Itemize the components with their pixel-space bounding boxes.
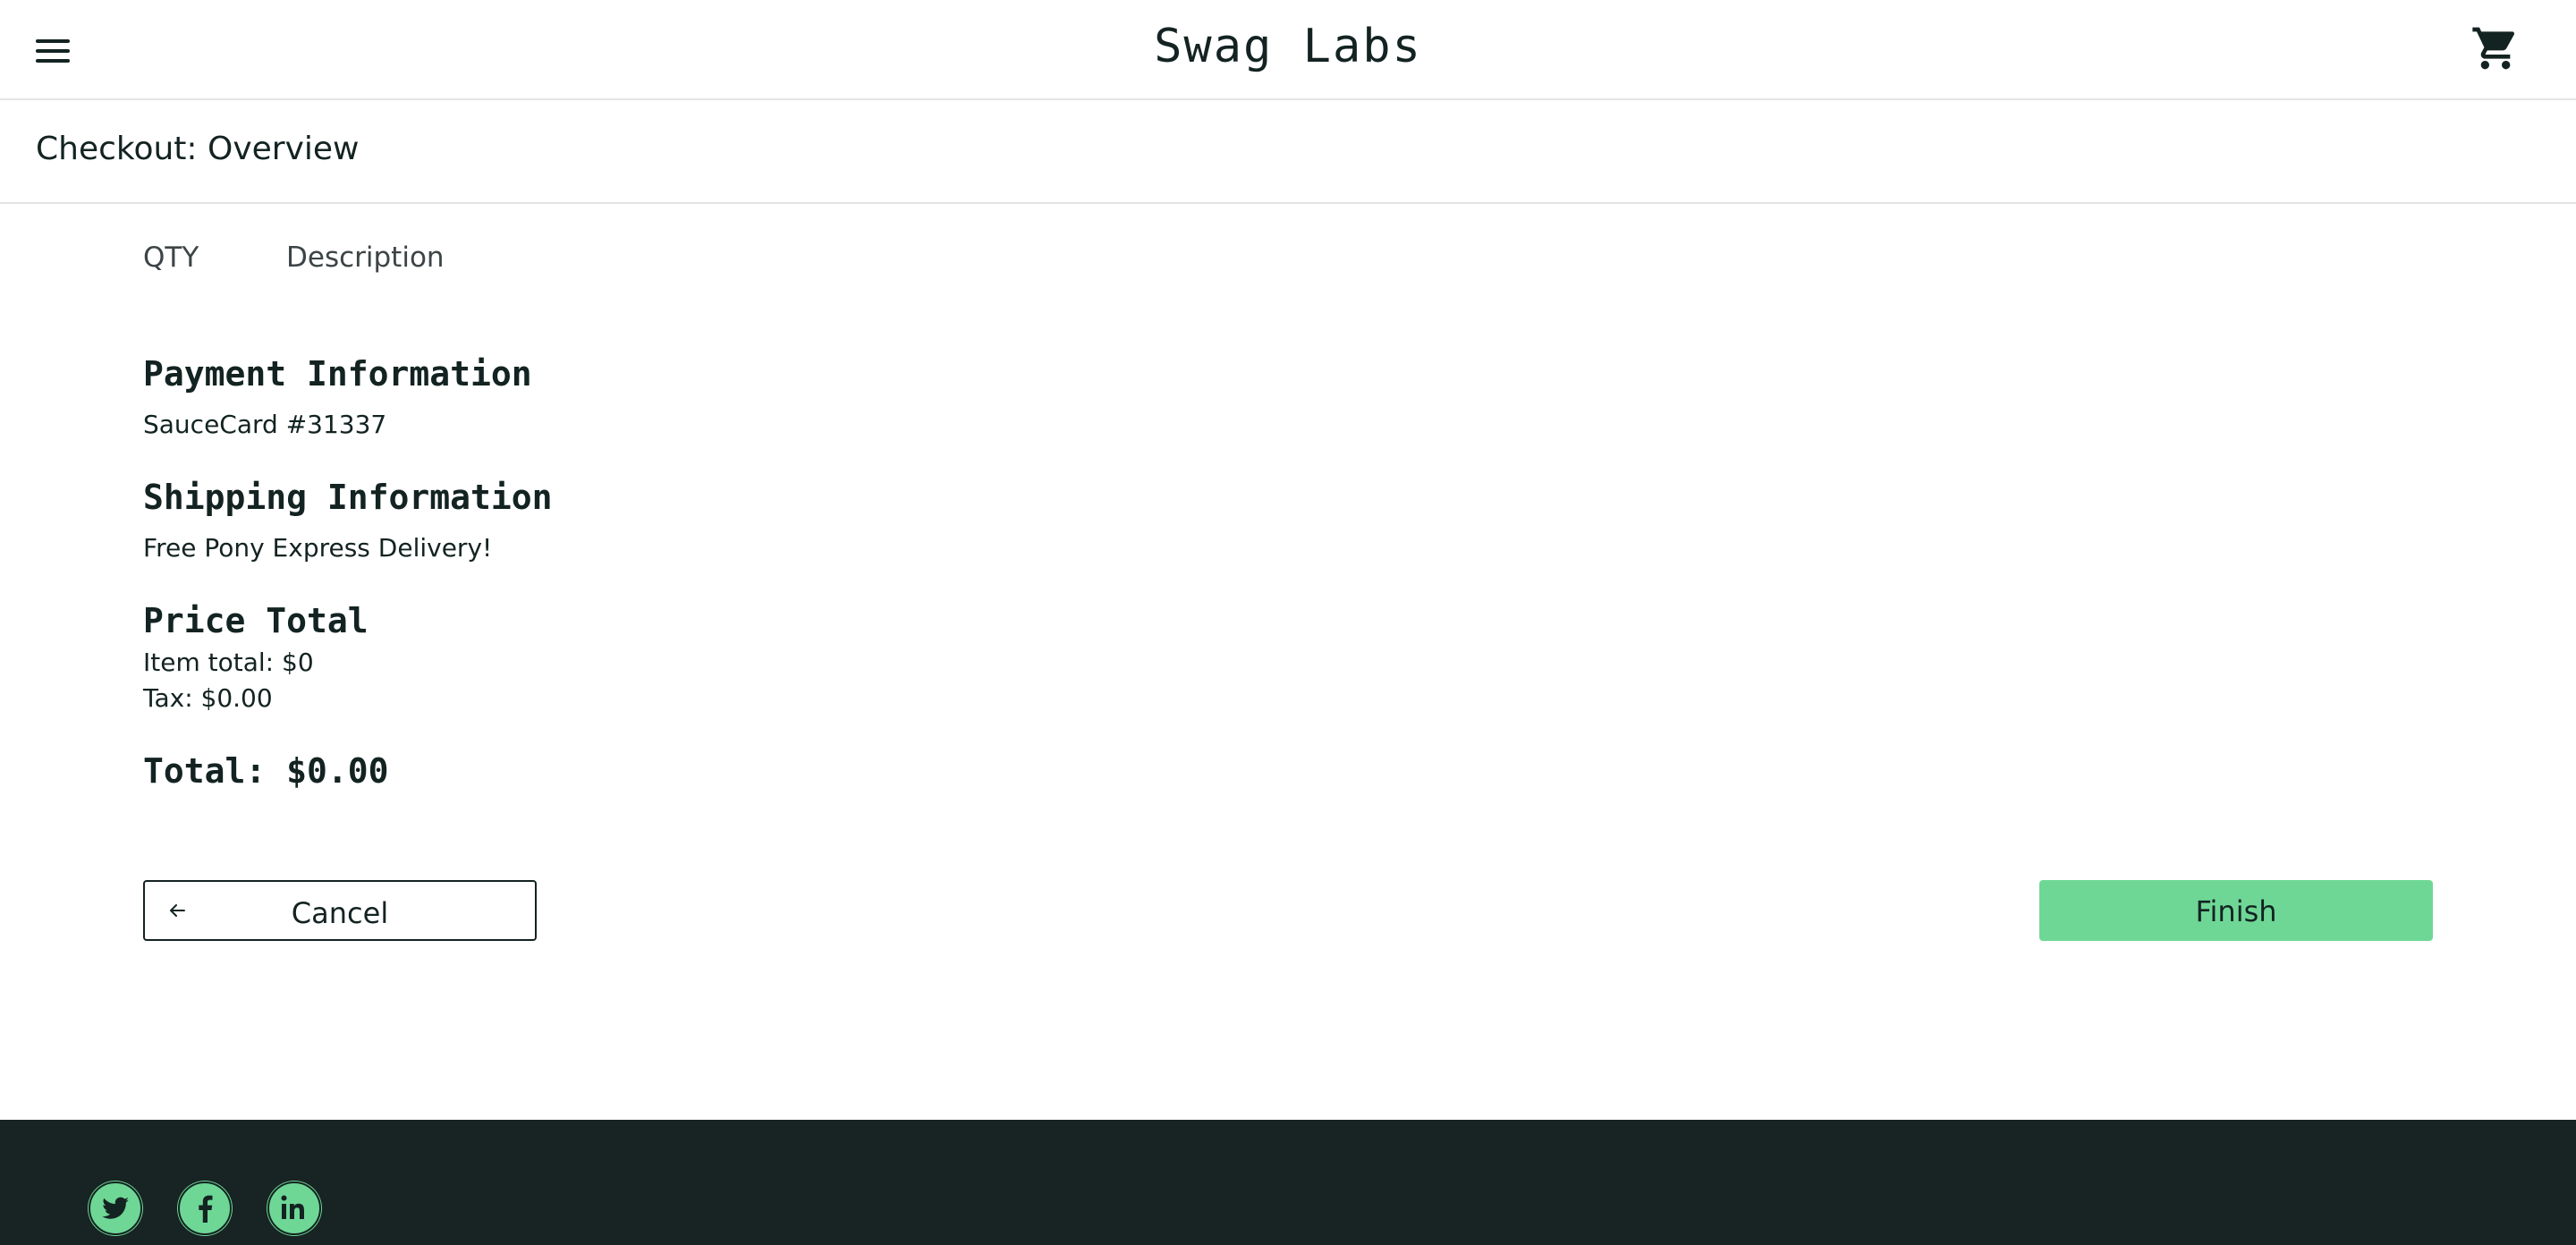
qty-column-label: QTY [143,241,199,274]
tax-value: Tax: $0.00 [143,683,273,713]
price-total-label: Price Total [143,601,369,640]
shopping-cart-icon[interactable] [2470,23,2521,73]
linkedin-icon[interactable] [267,1181,322,1236]
facebook-icon[interactable] [177,1181,233,1236]
page-title: Checkout: Overview [36,131,360,167]
payment-info-label: Payment Information [143,354,532,394]
finish-button[interactable]: Finish [2039,880,2433,941]
app-logo: Swag Labs [1154,20,1422,73]
twitter-icon[interactable] [88,1181,143,1236]
shipping-info-label: Shipping Information [143,478,553,517]
finish-button-label: Finish [2195,894,2277,928]
shipping-info-value: Free Pony Express Delivery! [143,533,493,563]
secondary-header: Checkout: Overview [0,100,2576,204]
total-label: Total: $0.00 [143,751,389,791]
payment-info-value: SauceCard #31337 [143,410,387,439]
description-column-label: Description [286,241,445,274]
primary-header: Swag Labs [0,0,2576,100]
footer [0,1120,2576,1245]
item-total: Item total: $0 [143,648,314,677]
cancel-button-label: Cancel [291,896,389,930]
cancel-button[interactable]: Cancel [143,880,537,941]
